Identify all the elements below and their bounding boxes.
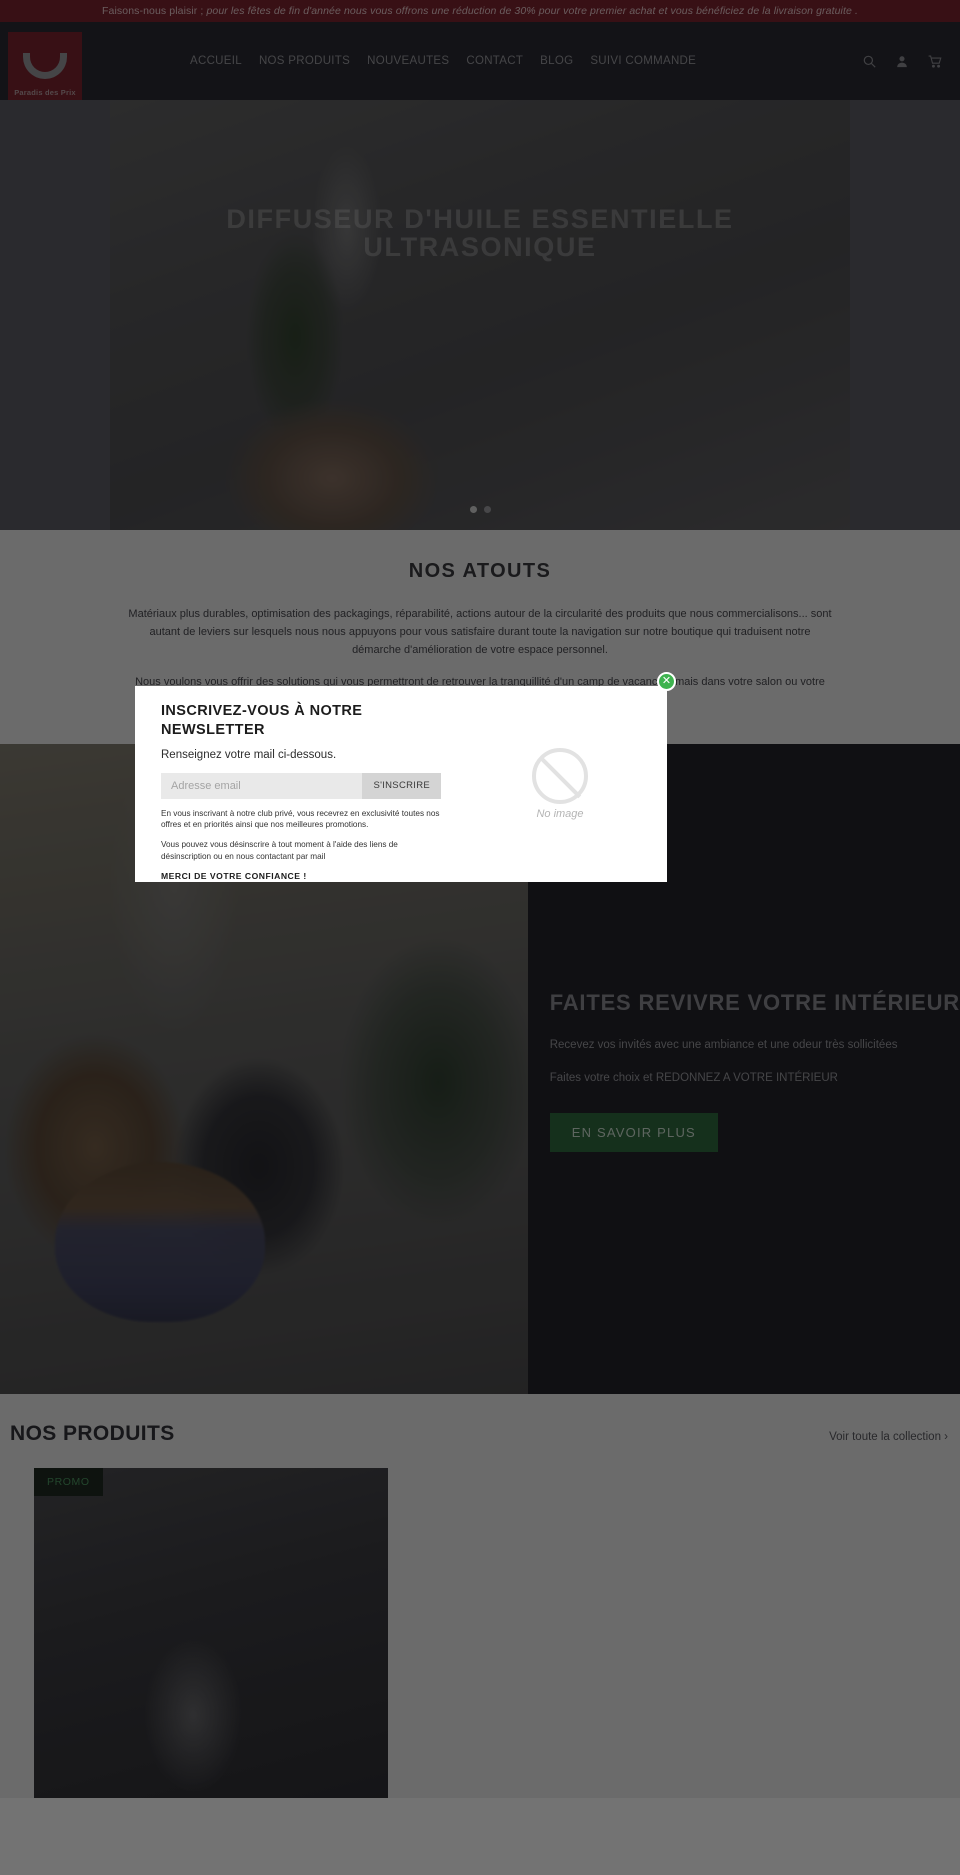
no-image-label: No image	[536, 808, 584, 820]
page-root: Faisons-nous plaisir ; pour les fêtes de…	[0, 0, 960, 1875]
newsletter-modal: INSCRIVEZ-VOUS À NOTRE NEWSLETTER Rensei…	[135, 686, 667, 882]
newsletter-title: INSCRIVEZ-VOUS À NOTRE NEWSLETTER	[161, 703, 363, 738]
newsletter-fine-print-2: Vous pouvez vous désinscrire à tout mome…	[161, 839, 398, 861]
newsletter-image-placeholder: No image	[453, 686, 667, 882]
close-icon[interactable]: ✕	[657, 672, 676, 691]
newsletter-subtitle: Renseignez votre mail ci-dessous.	[161, 748, 337, 761]
subscribe-button[interactable]: S'INSCRIRE	[362, 772, 441, 799]
newsletter-thanks: MERCI DE VOTRE CONFIANCE !	[161, 871, 307, 882]
email-input[interactable]	[161, 772, 363, 799]
newsletter-fine-print-1: En vous inscrivant à notre club privé, v…	[161, 808, 440, 830]
modal-overlay[interactable]	[0, 0, 960, 1875]
newsletter-form: S'INSCRIRE	[161, 772, 441, 799]
no-image-icon	[532, 748, 588, 804]
newsletter-modal-body: INSCRIVEZ-VOUS À NOTRE NEWSLETTER Rensei…	[135, 686, 453, 882]
